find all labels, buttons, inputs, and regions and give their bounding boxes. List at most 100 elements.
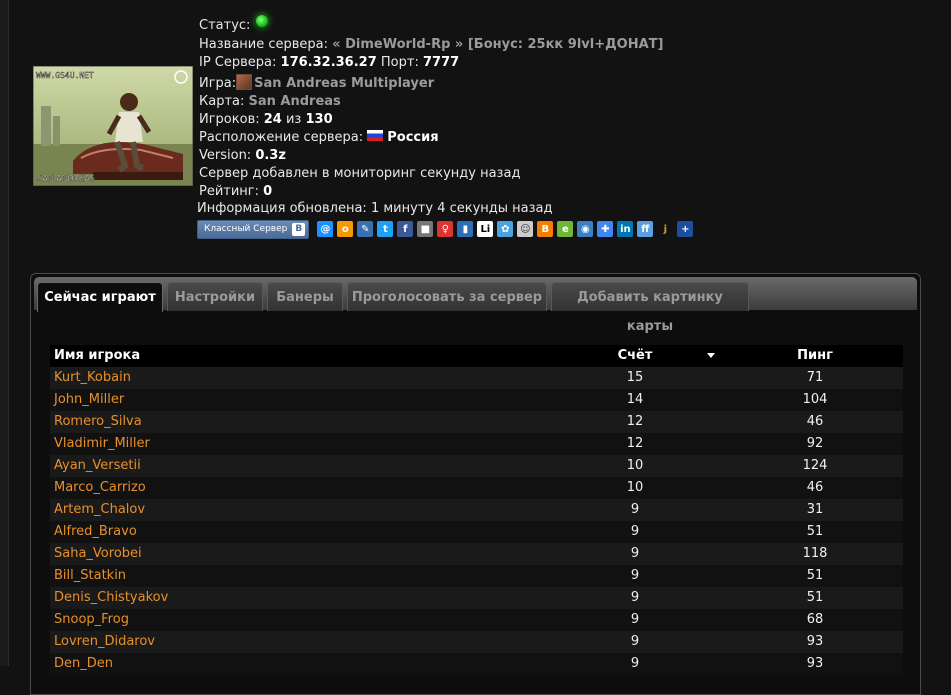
players-row: Игроков: 24 из 130 <box>199 112 333 127</box>
player-score: 9 <box>630 590 640 605</box>
updated-row: Информация обновлена: 1 минуту 4 секунды… <box>197 201 553 216</box>
player-ping: 46 <box>806 414 824 429</box>
player-name[interactable]: Alfred_Bravo <box>54 521 137 543</box>
ip-row: IP Сервера: 176.32.36.27 Порт: 7777 <box>199 55 460 70</box>
player-name[interactable]: Kurt_Kobain <box>54 367 131 389</box>
player-name[interactable]: Saha_Vorobei <box>54 543 142 565</box>
header-player-name[interactable]: Имя игрока <box>54 345 140 367</box>
player-ping: 51 <box>806 568 824 583</box>
evernote-icon[interactable]: e <box>557 221 574 237</box>
added-row: Сервер добавлен в мониторинг секунду наз… <box>199 166 521 181</box>
moikrug-icon[interactable]: ♀ <box>437 221 454 237</box>
rating-row: Рейтинг: 0 <box>199 184 273 199</box>
player-name[interactable]: Denis_Chistyakov <box>54 587 168 609</box>
friendfeed-icon[interactable]: ff <box>637 221 654 237</box>
table-row: Vladimir_Miller 12 92 <box>50 433 903 455</box>
location-value: Россия <box>387 130 439 145</box>
player-score: 9 <box>630 502 640 517</box>
map-thumbnail: WWW.GS4U.NET SAN ANDREAS <box>33 66 193 186</box>
game-row: Игра: San Andreas Multiplayer <box>199 73 434 93</box>
player-score: 12 <box>626 436 644 451</box>
mail-icon[interactable]: @ <box>317 221 334 237</box>
tab-add-map-image[interactable]: Добавить картинку карты <box>551 282 749 334</box>
tab-banners[interactable]: Банеры <box>267 282 343 311</box>
player-score: 9 <box>630 612 640 627</box>
player-score: 9 <box>630 634 640 649</box>
table-row: Snoop_Frog 9 68 <box>50 609 903 631</box>
player-score: 15 <box>626 370 644 385</box>
player-name[interactable]: John_Miller <box>54 389 124 411</box>
player-name[interactable]: Vladimir_Miller <box>54 433 150 455</box>
liveinternet-icon[interactable]: Li <box>477 221 494 237</box>
player-name[interactable]: Ayan_Versetii <box>54 455 141 477</box>
table-row: John_Miller 14 104 <box>50 389 903 411</box>
player-name[interactable]: Snoop_Frog <box>54 609 129 631</box>
table-header: Имя игрока Счёт Пинг <box>50 345 903 367</box>
player-score: 9 <box>630 568 640 583</box>
server-name: « DimeWorld-Rp » [Бонус: 25кк 9lvl+ДОНАТ… <box>332 37 664 52</box>
player-name[interactable]: Marco_Carrizo <box>54 477 146 499</box>
watermark-text: WWW.GS4U.NET <box>36 71 94 80</box>
twitter-icon[interactable]: t <box>377 221 394 237</box>
player-ping: 93 <box>806 634 824 649</box>
sort-desc-icon <box>707 353 715 358</box>
odnoklassniki-icon[interactable]: o <box>337 221 354 237</box>
version-value: 0.3z <box>255 148 286 163</box>
sa-game-icon <box>236 73 253 90</box>
tab-vote[interactable]: Проголосовать за сервер <box>347 282 547 311</box>
table-row: Alfred_Bravo 9 51 <box>50 521 903 543</box>
player-ping: 46 <box>806 480 824 495</box>
player-ping: 68 <box>806 612 824 627</box>
google-icon[interactable]: ✚ <box>597 221 614 237</box>
table-row: Saha_Vorobei 9 118 <box>50 543 903 565</box>
player-score: 10 <box>626 458 644 473</box>
table-body: Kurt_Kobain 15 71 John_Miller 14 104 Romero_Si… <box>50 367 903 675</box>
russia-flag-icon <box>367 130 384 141</box>
bookmark-icon[interactable]: ▮ <box>457 221 474 237</box>
facebook-icon[interactable]: f <box>397 221 414 237</box>
players-table: Имя игрока Счёт Пинг Kurt_Kobain 15 71 John… <box>50 345 903 675</box>
table-row: Ayan_Versetii 10 124 <box>50 455 903 477</box>
rating-value: 0 <box>263 184 273 199</box>
version-row: Version: 0.3z <box>199 148 286 163</box>
delicious-icon[interactable]: ■ <box>417 221 434 237</box>
juick-icon[interactable]: j <box>657 221 673 237</box>
vk-icon: B <box>292 222 306 236</box>
map-row: Карта: San Andreas <box>199 94 341 109</box>
more-icon[interactable]: + <box>677 221 694 237</box>
player-name[interactable]: Den_Den <box>54 653 113 675</box>
player-name[interactable]: Lovren_Didarov <box>54 631 155 653</box>
player-ping: 124 <box>802 458 828 473</box>
share-bar: Классный Сервер B @ o ✎ t f ■ ♀ ▮ Li ✿ ☺… <box>197 219 694 239</box>
tab-now-playing[interactable]: Сейчас играют <box>37 282 163 312</box>
thumbnail-caption: SAN ANDREAS <box>37 174 95 183</box>
player-name[interactable]: Bill_Statkin <box>54 565 126 587</box>
player-ping: 71 <box>806 370 824 385</box>
player-score: 9 <box>630 546 640 561</box>
player-name[interactable]: Artem_Chalov <box>54 499 145 521</box>
player-ping: 92 <box>806 436 824 451</box>
table-row: Artem_Chalov 9 31 <box>50 499 903 521</box>
pen-icon[interactable]: ✎ <box>357 221 374 237</box>
server-name-row: Название сервера: « DimeWorld-Rp » [Бону… <box>199 37 664 52</box>
blogger-icon[interactable]: B <box>537 221 554 237</box>
rss-icon[interactable]: ◉ <box>577 221 594 237</box>
player-ping: 31 <box>806 502 824 517</box>
san-andreas-artwork: WWW.GS4U.NET SAN ANDREAS <box>33 66 193 186</box>
map-link[interactable]: San Andreas <box>249 94 341 109</box>
updated-value: 1 минуту 4 секунды назад <box>370 201 553 216</box>
table-row: Lovren_Didarov 9 93 <box>50 631 903 653</box>
header-ping[interactable]: Пинг <box>785 345 845 367</box>
people-icon[interactable]: ☺ <box>517 221 534 237</box>
tab-settings[interactable]: Настройки <box>167 282 263 311</box>
linkedin-icon[interactable]: in <box>617 221 634 237</box>
player-score: 12 <box>626 414 644 429</box>
location-row: Расположение сервера: Россия <box>199 130 439 145</box>
header-score[interactable]: Счёт <box>610 345 660 367</box>
player-name[interactable]: Romero_Silva <box>54 411 142 433</box>
game-link[interactable]: San Andreas Multiplayer <box>254 76 434 91</box>
classmates-share-button[interactable]: Классный Сервер B <box>197 219 310 239</box>
player-ping: 93 <box>806 656 824 671</box>
yandex-icon[interactable]: ✿ <box>497 221 514 237</box>
table-row: Marco_Carrizo 10 46 <box>50 477 903 499</box>
